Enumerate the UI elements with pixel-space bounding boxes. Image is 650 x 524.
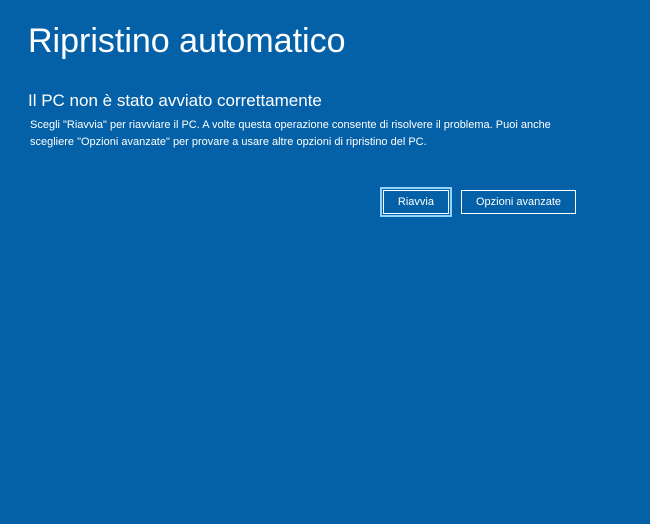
error-subtitle: Il PC non è stato avviato correttamente [28,91,622,111]
recovery-screen: Ripristino automatico Il PC non è stato … [0,0,650,236]
page-title: Ripristino automatico [28,22,622,61]
advanced-options-button[interactable]: Opzioni avanzate [461,190,576,214]
restart-button[interactable]: Riavvia [383,190,449,214]
error-description: Scegli "Riavvia" per riavviare il PC. A … [28,117,588,150]
button-row: Riavvia Opzioni avanzate [28,190,622,214]
